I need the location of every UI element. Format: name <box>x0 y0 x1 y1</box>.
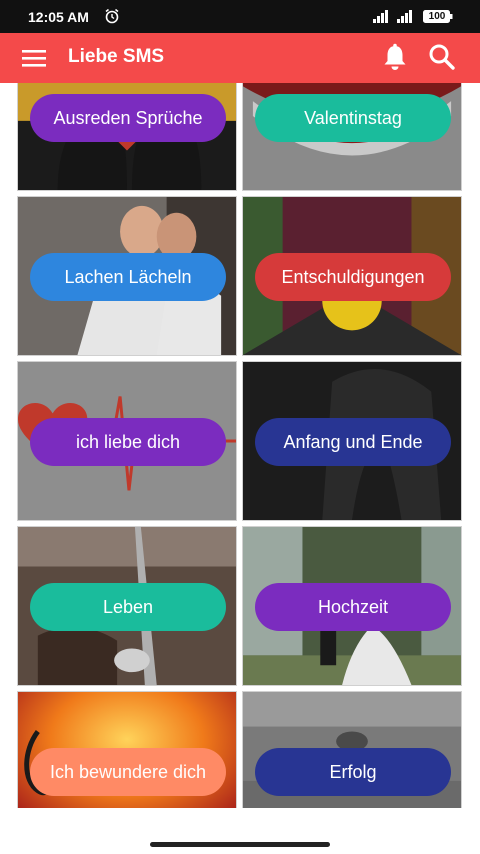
signal-bars-icon <box>373 10 388 23</box>
category-card-leben[interactable]: Leben <box>17 526 237 686</box>
status-time: 12:05 AM <box>28 9 89 25</box>
category-card-ausreden[interactable]: Ausreden Sprüche <box>17 83 237 191</box>
category-button[interactable]: Ausreden Sprüche <box>30 94 226 142</box>
category-card-bewundere[interactable]: Ich bewundere dich <box>17 691 237 808</box>
battery-icon: 100 <box>423 10 453 23</box>
signal-bars-icon-2 <box>397 10 412 23</box>
category-button[interactable]: Leben <box>30 583 226 631</box>
battery-level: 100 <box>428 11 446 22</box>
category-button[interactable]: Anfang und Ende <box>255 418 451 466</box>
category-grid: Ausreden Sprüche Valentinstag Lachen Läc… <box>0 83 480 808</box>
category-button[interactable]: Lachen Lächeln <box>30 253 226 301</box>
gesture-navigation-bar[interactable] <box>150 842 330 847</box>
app-title: Liebe SMS <box>68 46 165 67</box>
category-card-hochzeit[interactable]: Hochzeit <box>242 526 462 686</box>
app-bar: Liebe SMS <box>0 33 480 83</box>
bell-icon[interactable] <box>382 43 408 71</box>
category-button[interactable]: ich liebe dich <box>30 418 226 466</box>
category-card-lachen[interactable]: Lachen Lächeln <box>17 196 237 356</box>
category-card-anfang-ende[interactable]: Anfang und Ende <box>242 361 462 521</box>
status-bar: 12:05 AM 100 <box>0 0 480 33</box>
category-card-ich-liebe-dich[interactable]: ich liebe dich <box>17 361 237 521</box>
alarm-clock-icon <box>105 8 119 24</box>
category-button[interactable]: Valentinstag <box>255 94 451 142</box>
category-card-entschuldigungen[interactable]: Entschuldigungen <box>242 196 462 356</box>
search-icon[interactable] <box>428 43 456 71</box>
category-card-valentinstag[interactable]: Valentinstag <box>242 83 462 191</box>
category-button[interactable]: Erfolg <box>255 748 451 796</box>
category-button[interactable]: Ich bewundere dich <box>30 748 226 796</box>
category-card-erfolg[interactable]: Erfolg <box>242 691 462 808</box>
hamburger-menu-icon[interactable] <box>22 47 46 69</box>
category-button[interactable]: Hochzeit <box>255 583 451 631</box>
category-button[interactable]: Entschuldigungen <box>255 253 451 301</box>
